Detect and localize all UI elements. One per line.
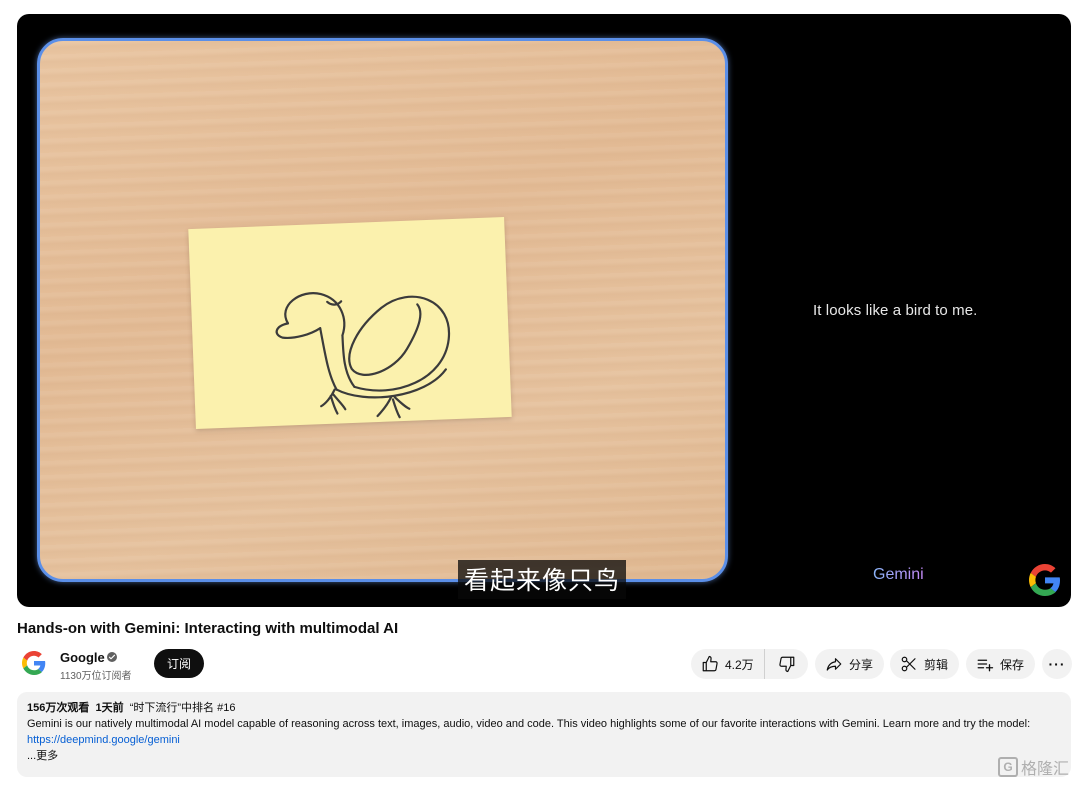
like-dislike-group: 4.2万 (691, 649, 808, 679)
upload-age: 1天前 (95, 702, 124, 714)
channel-name[interactable]: Google (60, 650, 105, 665)
save-button[interactable]: 保存 (966, 649, 1035, 679)
channel-avatar-google-icon[interactable] (18, 647, 50, 679)
subtitle-caption: 看起来像只鸟 (458, 560, 627, 599)
watermark: G 格隆汇 (998, 755, 1069, 779)
video-player[interactable]: It looks like a bird to me. Gemini 看起来像只… (17, 14, 1071, 607)
watermark-logo-icon: G (998, 757, 1018, 777)
description-link[interactable]: https://deepmind.google/gemini (27, 734, 180, 746)
video-title: Hands-on with Gemini: Interacting with m… (17, 620, 399, 637)
description-text-block: Gemini is our natively multimodal AI mod… (27, 716, 1061, 748)
clip-button[interactable]: 剪辑 (890, 649, 959, 679)
dislike-button[interactable] (765, 649, 808, 679)
gemini-brand-label: Gemini (873, 566, 924, 583)
thumbs-down-icon (778, 656, 794, 673)
google-logo-icon (1029, 564, 1060, 596)
description-meta: 156万次观看 1天前 “时下流行”中排名 #16 (27, 700, 1061, 716)
share-button[interactable]: 分享 (815, 649, 884, 679)
share-label: 分享 (849, 657, 874, 672)
scissors-icon (901, 656, 916, 672)
like-count: 4.2万 (725, 657, 754, 672)
thumbs-up-icon (702, 655, 718, 672)
playlist-add-icon (977, 659, 994, 672)
view-count: 156万次观看 (27, 702, 90, 714)
description-text: Gemini is our natively multimodal AI mod… (27, 718, 1031, 730)
like-button[interactable]: 4.2万 (691, 649, 765, 679)
save-label: 保存 (1000, 657, 1025, 672)
bird-sketch-icon (275, 292, 450, 419)
verified-check-icon (107, 652, 117, 662)
share-arrow-icon (826, 658, 842, 671)
more-actions-button[interactable]: ··· (1042, 649, 1072, 679)
show-more-link[interactable]: ...更多 (27, 748, 1061, 764)
trending-rank[interactable]: “时下流行”中排名 #16 (130, 702, 236, 714)
subscriber-count: 1130万位订阅者 (60, 671, 132, 682)
video-frame-scene (37, 38, 728, 582)
clip-label: 剪辑 (924, 657, 949, 672)
watermark-text: 格隆汇 (1021, 761, 1070, 778)
description-box[interactable]: 156万次观看 1天前 “时下流行”中排名 #16 Gemini is our … (17, 692, 1071, 777)
ai-response-caption: It looks like a bird to me. (813, 302, 978, 319)
subscribe-button[interactable]: 订阅 (154, 649, 204, 678)
sticky-note-drawing (188, 217, 512, 429)
